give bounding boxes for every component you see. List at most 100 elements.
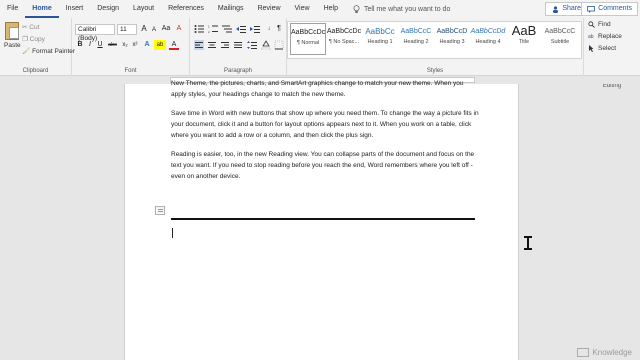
format-painter-label: Format Painter [32, 48, 76, 55]
layout-options-icon[interactable] [155, 206, 165, 215]
align-right-icon[interactable] [220, 40, 230, 50]
superscript-button[interactable]: x² [130, 40, 140, 50]
style-no-spacing[interactable]: AaBbCcDc ¶ No Spac... [326, 23, 362, 55]
style-preview: AaBbCcDc [291, 29, 325, 36]
paragraph-theme: New Theme, the pictures, charts, and Sma… [171, 80, 464, 98]
grow-font-button[interactable]: A [139, 24, 149, 34]
style-preview: AaBbCcC [544, 28, 576, 35]
style-name: ¶ No Spac... [328, 39, 360, 45]
align-center-icon[interactable] [207, 40, 217, 50]
style-heading-3[interactable]: AaBbCcD Heading 3 [434, 23, 470, 55]
italic-button[interactable]: I [85, 40, 95, 50]
numbering-icon[interactable]: 12 [208, 24, 218, 34]
style-preview: AaBbCcD [436, 28, 468, 35]
paragraph-buttons: Save time in Word with new buttons that … [171, 110, 479, 139]
format-painter-button[interactable]: 🖌 Format Painter [22, 47, 75, 55]
paragraph-label: Paragraph [223, 68, 253, 74]
lightbulb-icon [353, 4, 360, 13]
svg-text:ab: ab [588, 34, 594, 40]
watermark-text: Knowledge [592, 348, 632, 357]
shading-icon[interactable] [261, 40, 271, 50]
style-heading-2[interactable]: AaBbCcC Heading 2 [398, 23, 434, 55]
select-button[interactable]: Select [588, 45, 616, 52]
style-name: Heading 4 [475, 39, 501, 45]
decrease-indent-icon[interactable] [236, 24, 246, 34]
tab-view[interactable]: View [288, 0, 317, 18]
paste-icon[interactable] [5, 22, 19, 40]
change-case-button[interactable]: Aa [160, 24, 172, 34]
replace-label: Replace [598, 33, 622, 40]
justify-icon[interactable] [233, 40, 243, 50]
document-page[interactable]: New Theme, the pictures, charts, and Sma… [124, 80, 519, 360]
align-left-icon[interactable] [194, 40, 204, 50]
comments-label: Comments [598, 5, 632, 12]
copy-label: Copy [29, 36, 45, 43]
styles-label: Styles [426, 68, 444, 74]
tab-layout[interactable]: Layout [126, 0, 161, 18]
format-painter-icon: 🖌 [22, 48, 31, 55]
font-name-combo[interactable]: Calibri (Body) [75, 24, 115, 42]
style-heading-4[interactable]: AaBbCcDd Heading 4 [470, 23, 506, 55]
font-label: Font [124, 68, 137, 74]
style-name: Heading 2 [403, 39, 429, 45]
highlight-button[interactable]: ab [154, 40, 166, 50]
comments-button[interactable]: Comments [581, 2, 638, 16]
replace-button[interactable]: ab Replace [588, 33, 622, 40]
bullets-icon[interactable] [194, 24, 204, 34]
font-color-button[interactable]: A [169, 40, 179, 50]
clipboard-group: Paste ✂ Cut ❐ Copy 🖌 Format Painter Clip… [0, 18, 75, 76]
style-subtitle[interactable]: AaBbCcC Subtitle [542, 23, 578, 55]
font-size-combo[interactable]: 11 [117, 24, 137, 35]
style-name: Title [518, 39, 530, 45]
style-heading-1[interactable]: AaBbCc Heading 1 [362, 23, 398, 55]
copy-button[interactable]: ❐ Copy [22, 35, 45, 43]
paragraph-group: 12 ↓ ¶ Paragraph [190, 18, 287, 76]
style-preview: AaB [511, 23, 537, 38]
tab-mailings[interactable]: Mailings [211, 0, 251, 18]
clear-formatting-button[interactable]: A [174, 24, 184, 34]
tab-home[interactable]: Home [25, 0, 59, 18]
underline-button[interactable]: U [95, 40, 105, 50]
comment-icon [587, 5, 596, 13]
select-cursor-icon [589, 45, 594, 52]
multilevel-list-icon[interactable] [222, 24, 232, 34]
shrink-font-button[interactable]: A [149, 25, 159, 35]
style-title[interactable]: AaB Title [506, 23, 542, 55]
copy-icon: ❐ [22, 36, 30, 43]
clipboard-label: Clipboard [22, 68, 49, 74]
strikethrough-button[interactable]: abc [106, 40, 119, 50]
line-spacing-icon[interactable] [247, 40, 257, 50]
borders-icon[interactable] [274, 40, 284, 50]
find-button[interactable]: Find [588, 21, 611, 28]
select-label: Select [598, 45, 617, 52]
text-effects-button[interactable]: A [142, 40, 152, 50]
word-window: File Home Insert Design Layout Reference… [0, 0, 640, 360]
tab-references[interactable]: References [161, 0, 211, 18]
text-caret [172, 228, 173, 238]
style-preview: AaBbCcDc [326, 28, 362, 35]
increase-indent-icon[interactable] [250, 24, 260, 34]
style-normal[interactable]: AaBbCcDc ¶ Normal [290, 23, 326, 55]
show-marks-button[interactable]: ¶ [274, 24, 284, 34]
tab-review[interactable]: Review [251, 0, 288, 18]
tab-file[interactable]: File [0, 0, 25, 18]
watermark-logo-icon [577, 348, 590, 357]
paste-button[interactable]: Paste [4, 42, 21, 49]
style-name: Subtitle [550, 39, 570, 45]
ribbon: Paste ✂ Cut ❐ Copy 🖌 Format Painter Clip… [0, 18, 640, 89]
style-name: Heading 1 [367, 39, 393, 45]
cut-button[interactable]: ✂ Cut [22, 23, 39, 31]
find-label: Find [598, 21, 611, 28]
style-name: ¶ Normal [296, 40, 320, 46]
tab-insert[interactable]: Insert [59, 0, 91, 18]
subscript-button[interactable]: x₂ [120, 40, 130, 50]
tab-help[interactable]: Help [317, 0, 345, 18]
bold-button[interactable]: B [75, 40, 85, 50]
tab-design[interactable]: Design [90, 0, 126, 18]
cut-label: Cut [29, 24, 40, 31]
sort-button[interactable]: ↓ [264, 24, 274, 34]
paragraph-reading: Reading is easier, too, in the new Readi… [171, 151, 475, 180]
tell-me-box[interactable]: Tell me what you want to do [353, 4, 450, 14]
search-icon [588, 21, 595, 28]
style-preview: AaBbCcC [400, 28, 432, 35]
